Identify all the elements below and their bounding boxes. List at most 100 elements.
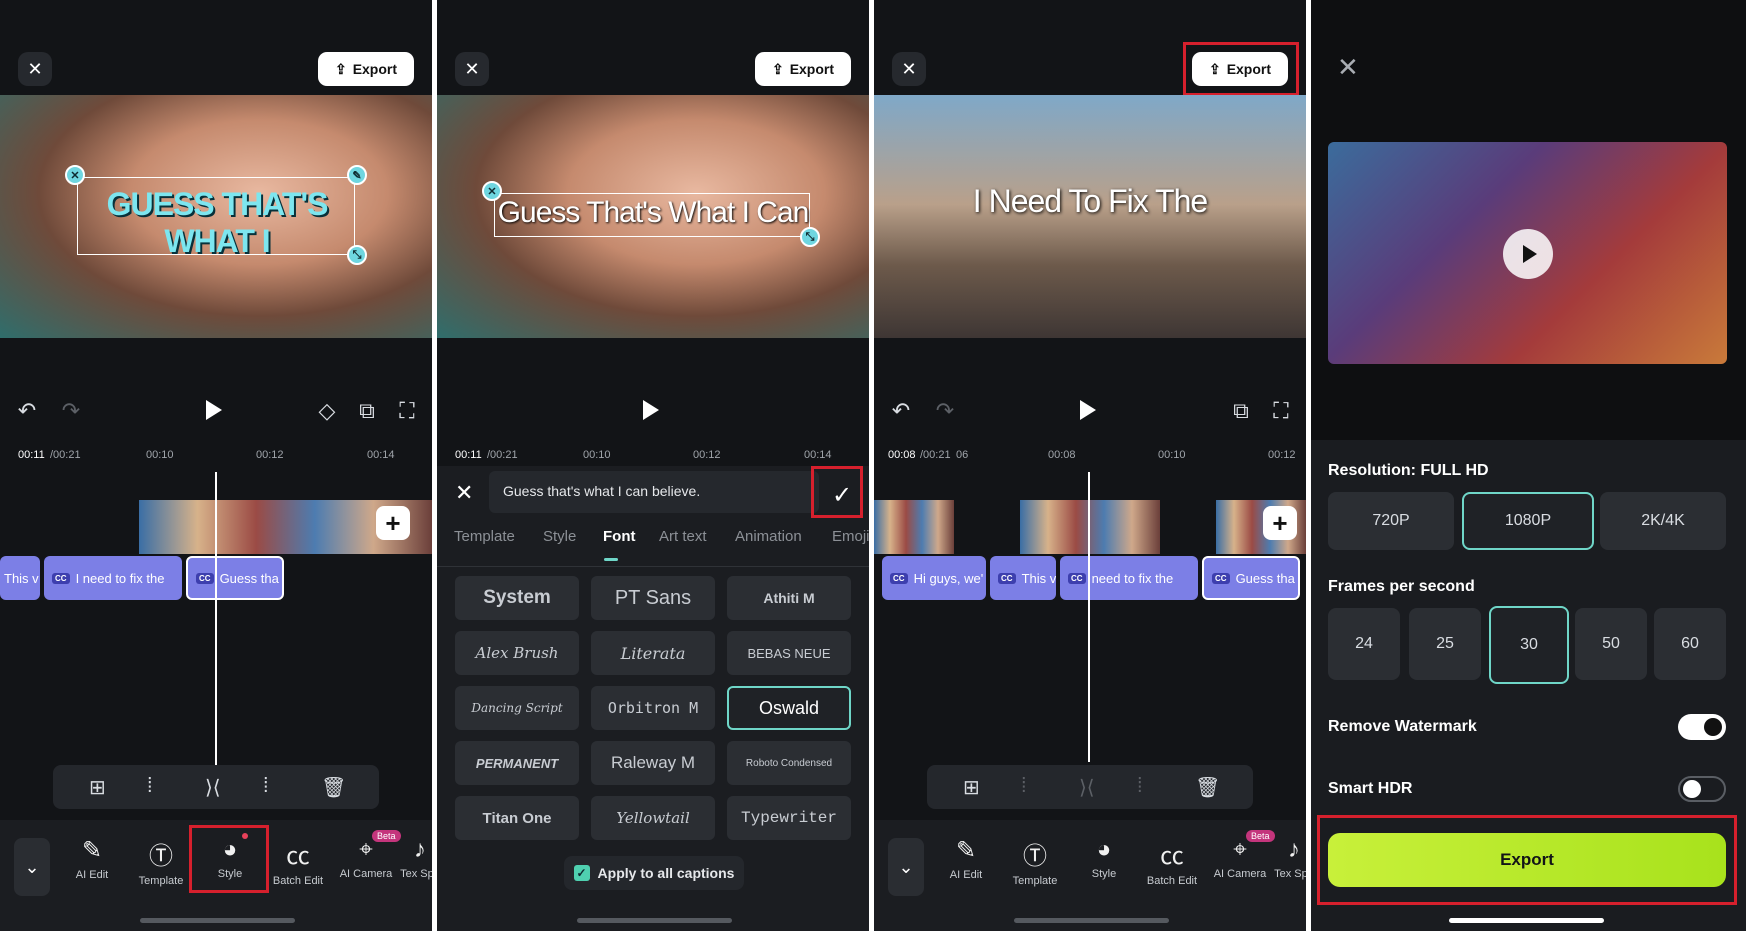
fps-25[interactable]: 25 bbox=[1409, 608, 1481, 680]
smart-hdr-toggle[interactable] bbox=[1678, 776, 1726, 802]
collapse-button[interactable]: ⌄ bbox=[888, 838, 924, 896]
duplicate-icon[interactable]: ⊞ bbox=[963, 775, 980, 800]
font-option[interactable]: PT Sans bbox=[591, 576, 715, 620]
fullscreen-icon[interactable]: ⛶ bbox=[1266, 398, 1296, 424]
tab-template[interactable]: Ⓣ Template bbox=[1003, 836, 1067, 887]
export-preview-video[interactable] bbox=[1328, 142, 1727, 364]
close-button[interactable]: ✕ bbox=[18, 52, 52, 86]
close-button[interactable]: ✕ bbox=[892, 52, 926, 86]
add-clip-button[interactable]: + bbox=[1263, 506, 1297, 540]
fps-50[interactable]: 50 bbox=[1575, 608, 1647, 680]
close-button[interactable]: ✕ bbox=[455, 52, 489, 86]
close-text-editor-icon[interactable]: ✕ bbox=[455, 480, 473, 506]
fps-30-selected[interactable]: 30 bbox=[1489, 606, 1569, 684]
video-clip-track[interactable] bbox=[1020, 500, 1160, 554]
font-option[interactable]: PERMANENT bbox=[455, 741, 579, 785]
play-button[interactable] bbox=[1503, 229, 1553, 279]
redo-icon[interactable]: ↷ bbox=[56, 398, 86, 424]
font-option-selected[interactable]: Oswald bbox=[727, 686, 851, 730]
tab-text-speech[interactable]: ♪Tex Spe bbox=[1274, 836, 1306, 880]
split-icon[interactable]: ⟩⟨ bbox=[205, 775, 221, 800]
add-clip-button[interactable]: + bbox=[376, 506, 410, 540]
tab-style[interactable]: Style bbox=[543, 528, 576, 545]
tab-batch-edit[interactable]: ㏄ Batch Edit bbox=[1140, 836, 1204, 887]
caption-clip[interactable]: CC need to fix the bbox=[1060, 556, 1198, 600]
collapse-button[interactable]: ⌄ bbox=[14, 838, 50, 896]
font-option[interactable]: BEBAS NEUE bbox=[727, 631, 851, 675]
delete-caption-icon[interactable]: ✕ bbox=[482, 181, 502, 201]
edit-caption-icon[interactable]: ✎ bbox=[347, 165, 367, 185]
resize-handle-icon[interactable]: ⤡ bbox=[347, 245, 367, 265]
close-icon[interactable]: ✕ bbox=[1337, 52, 1359, 83]
video-preview[interactable]: GUESS THAT'S WHAT I ✕ ✎ ⤡ bbox=[0, 95, 432, 338]
redo-icon[interactable]: ↷ bbox=[930, 398, 960, 424]
delete-caption-icon[interactable]: ✕ bbox=[65, 165, 85, 185]
split-icon[interactable]: ⟩⟨ bbox=[1079, 775, 1095, 800]
caption-clip[interactable]: CC This v bbox=[990, 556, 1056, 600]
font-option[interactable]: Literata bbox=[591, 631, 715, 675]
split-left-icon[interactable]: ⁞ bbox=[147, 775, 153, 798]
font-option[interactable]: Raleway M bbox=[591, 741, 715, 785]
caption-selection-box[interactable]: Guess That's What I Can bbox=[494, 193, 810, 237]
resize-handle-icon[interactable]: ⤡ bbox=[800, 227, 820, 247]
font-option[interactable]: Titan One bbox=[455, 796, 579, 840]
playhead[interactable] bbox=[1088, 472, 1090, 762]
export-button[interactable]: ⇪ Export bbox=[318, 52, 414, 86]
caption-clip[interactable]: CC I need to fix the bbox=[44, 556, 182, 600]
undo-icon[interactable]: ↶ bbox=[886, 398, 916, 424]
resolution-1080p-selected[interactable]: 1080P bbox=[1462, 492, 1594, 550]
export-button[interactable]: ⇪ Export bbox=[755, 52, 851, 86]
caption-clip-selected[interactable]: CC Guess tha bbox=[186, 556, 284, 600]
font-option[interactable]: Roboto Condensed bbox=[727, 741, 851, 785]
tab-ai-edit[interactable]: ✎ AI Edit bbox=[934, 836, 998, 881]
keyframe-icon[interactable]: ◇ bbox=[312, 398, 342, 424]
font-option[interactable]: Yellowtail bbox=[591, 796, 715, 840]
font-option[interactable]: Dancing Script bbox=[455, 686, 579, 730]
delete-icon[interactable]: 🗑 bbox=[321, 775, 346, 800]
tab-emoji[interactable]: Emoji bbox=[832, 528, 869, 545]
copy-icon[interactable]: ⧉ bbox=[1226, 398, 1256, 424]
video-clip-track[interactable] bbox=[874, 500, 954, 554]
tab-ai-camera[interactable]: ⌖ AI Camera bbox=[1208, 836, 1272, 880]
tab-ai-edit[interactable]: ✎ AI Edit bbox=[60, 836, 124, 881]
split-left-icon[interactable]: ⁞ bbox=[1021, 775, 1027, 798]
fps-60[interactable]: 60 bbox=[1654, 608, 1726, 680]
caption-text-input[interactable]: Guess that's what I can believe. bbox=[489, 471, 819, 513]
font-option[interactable]: System bbox=[455, 576, 579, 620]
duplicate-icon[interactable]: ⊞ bbox=[89, 775, 106, 800]
export-confirm-button[interactable]: Export bbox=[1328, 833, 1726, 887]
tab-font[interactable]: Font bbox=[603, 528, 635, 545]
fullscreen-icon[interactable]: ⛶ bbox=[392, 398, 422, 424]
tab-text-speech[interactable]: ♪Tex Spe bbox=[400, 836, 432, 880]
tab-animation[interactable]: Animation bbox=[735, 528, 802, 545]
tab-template[interactable]: Ⓣ Template bbox=[129, 836, 193, 887]
tab-style[interactable]: ◕ Style bbox=[198, 836, 262, 880]
delete-icon[interactable]: 🗑 bbox=[1195, 775, 1220, 800]
font-option[interactable]: Typewriter bbox=[727, 796, 851, 840]
resolution-720p[interactable]: 720P bbox=[1328, 492, 1454, 550]
caption-clip[interactable]: CC Hi guys, we' bbox=[882, 556, 986, 600]
caption-selection-box[interactable]: GUESS THAT'S WHAT I bbox=[77, 177, 355, 259]
split-right-icon[interactable]: ⁞ bbox=[1137, 775, 1143, 798]
font-option[interactable]: Orbitron M bbox=[591, 686, 715, 730]
apply-all-captions-toggle[interactable]: ✓ Apply to all captions bbox=[564, 856, 744, 890]
video-preview[interactable]: I Need To Fix The bbox=[874, 95, 1306, 338]
caption-clip-selected[interactable]: CC Guess tha bbox=[1202, 556, 1300, 600]
resolution-2k4k[interactable]: 2K/4K bbox=[1600, 492, 1726, 550]
tab-ai-camera[interactable]: ⌖ AI Camera bbox=[334, 836, 398, 880]
remove-watermark-toggle[interactable] bbox=[1678, 714, 1726, 740]
caption-clip[interactable]: This v bbox=[0, 556, 40, 600]
play-icon[interactable] bbox=[206, 400, 222, 420]
play-icon[interactable] bbox=[1080, 400, 1096, 420]
tab-art-text[interactable]: Art text bbox=[659, 528, 707, 545]
font-option[interactable]: Athiti M bbox=[727, 576, 851, 620]
playhead[interactable] bbox=[215, 472, 217, 767]
copy-icon[interactable]: ⧉ bbox=[352, 398, 382, 424]
font-option[interactable]: Alex Brush bbox=[455, 631, 579, 675]
tab-template[interactable]: Template bbox=[454, 528, 515, 545]
play-icon[interactable] bbox=[643, 400, 659, 420]
video-preview[interactable]: Guess That's What I Can ✕ ⤡ bbox=[437, 95, 869, 338]
tab-style[interactable]: ◕ Style bbox=[1072, 836, 1136, 880]
undo-icon[interactable]: ↶ bbox=[12, 398, 42, 424]
fps-24[interactable]: 24 bbox=[1328, 608, 1400, 680]
